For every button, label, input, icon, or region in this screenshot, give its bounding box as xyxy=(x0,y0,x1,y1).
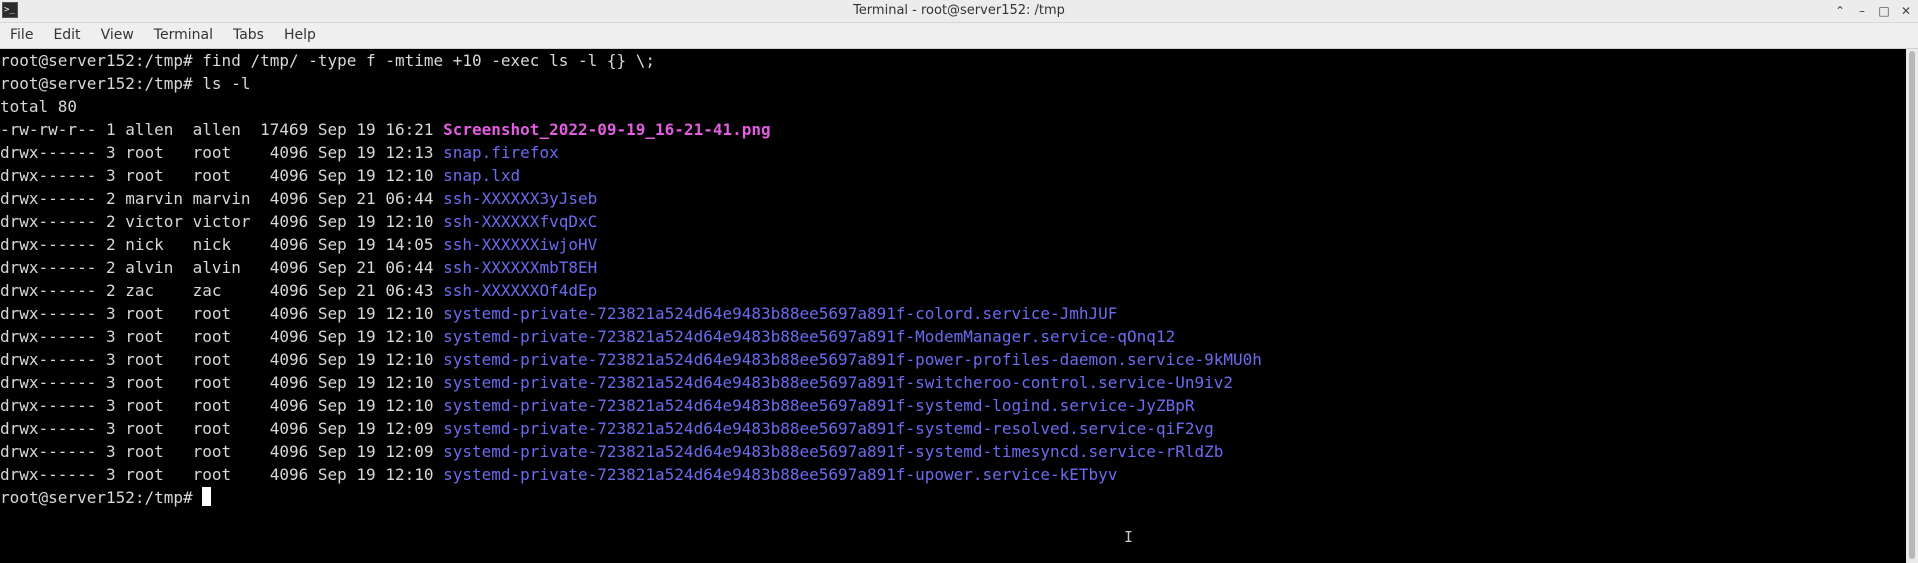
window-shade-icon[interactable]: ⌃ xyxy=(1832,3,1848,19)
entry-info: drwx------ 2 zac zac 4096 Sep 21 06:43 xyxy=(0,281,444,300)
prompt: root@server152:/tmp# xyxy=(0,488,203,507)
menu-terminal[interactable]: Terminal xyxy=(144,23,223,48)
menu-edit[interactable]: Edit xyxy=(43,23,90,48)
ibeam-cursor-icon: I xyxy=(1124,528,1134,546)
entry-info: drwx------ 3 root root 4096 Sep 19 12:10 xyxy=(0,327,444,346)
prompt-line: root@server152:/tmp# xyxy=(0,486,1906,509)
ls-entry: drwx------ 3 root root 4096 Sep 19 12:10… xyxy=(0,463,1906,486)
ls-entry: drwx------ 3 root root 4096 Sep 19 12:13… xyxy=(0,141,1906,164)
entry-info: drwx------ 3 root root 4096 Sep 19 12:10 xyxy=(0,166,444,185)
entry-name: systemd-private-723821a524d64e9483b88ee5… xyxy=(443,419,1214,438)
ls-entry: drwx------ 2 zac zac 4096 Sep 21 06:43 s… xyxy=(0,279,1906,302)
menu-tabs[interactable]: Tabs xyxy=(223,23,274,48)
window-controls: ⌃ – □ ✕ xyxy=(1832,0,1914,22)
entry-name: snap.lxd xyxy=(443,166,521,185)
entry-info: drwx------ 2 marvin marvin 4096 Sep 21 0… xyxy=(0,189,444,208)
ls-entry: drwx------ 2 marvin marvin 4096 Sep 21 0… xyxy=(0,187,1906,210)
scrollbar[interactable] xyxy=(1906,49,1918,563)
minimize-icon[interactable]: – xyxy=(1854,3,1870,19)
entry-name: ssh-XXXXXXOf4dEp xyxy=(443,281,598,300)
entry-name: systemd-private-723821a524d64e9483b88ee5… xyxy=(443,350,1262,369)
ls-entry: drwx------ 3 root root 4096 Sep 19 12:10… xyxy=(0,394,1906,417)
menu-bar: File Edit View Terminal Tabs Help xyxy=(0,23,1918,49)
ls-entry: drwx------ 3 root root 4096 Sep 19 12:09… xyxy=(0,440,1906,463)
menu-file[interactable]: File xyxy=(0,23,43,48)
entry-name: ssh-XXXXXX3yJseb xyxy=(443,189,598,208)
ls-entry: drwx------ 2 alvin alvin 4096 Sep 21 06:… xyxy=(0,256,1906,279)
entry-name: snap.firefox xyxy=(443,143,559,162)
entry-name: Screenshot_2022-09-19_16-21-41.png xyxy=(443,120,771,139)
ls-entry: drwx------ 3 root root 4096 Sep 19 12:10… xyxy=(0,164,1906,187)
menu-help[interactable]: Help xyxy=(274,23,326,48)
ls-entry: drwx------ 3 root root 4096 Sep 19 12:10… xyxy=(0,302,1906,325)
menu-view[interactable]: View xyxy=(91,23,144,48)
entry-info: drwx------ 3 root root 4096 Sep 19 12:10 xyxy=(0,373,444,392)
entry-name: systemd-private-723821a524d64e9483b88ee5… xyxy=(443,396,1195,415)
ls-entry: drwx------ 2 victor victor 4096 Sep 19 1… xyxy=(0,210,1906,233)
entry-name: ssh-XXXXXXfvqDxC xyxy=(443,212,598,231)
entry-info: -rw-rw-r-- 1 allen allen 17469 Sep 19 16… xyxy=(0,120,444,139)
entry-info: drwx------ 3 root root 4096 Sep 19 12:10 xyxy=(0,350,444,369)
ls-entry: drwx------ 3 root root 4096 Sep 19 12:10… xyxy=(0,325,1906,348)
ls-entry: drwx------ 3 root root 4096 Sep 19 12:10… xyxy=(0,371,1906,394)
ls-entry: drwx------ 2 nick nick 4096 Sep 19 14:05… xyxy=(0,233,1906,256)
entry-name: systemd-private-723821a524d64e9483b88ee5… xyxy=(443,304,1118,323)
entry-info: drwx------ 3 root root 4096 Sep 19 12:09 xyxy=(0,442,444,461)
entry-info: drwx------ 2 victor victor 4096 Sep 19 1… xyxy=(0,212,444,231)
ls-entry: drwx------ 3 root root 4096 Sep 19 12:09… xyxy=(0,417,1906,440)
terminal-output[interactable]: root@server152:/tmp# find /tmp/ -type f … xyxy=(0,49,1906,563)
entry-info: drwx------ 3 root root 4096 Sep 19 12:09 xyxy=(0,419,444,438)
entry-info: drwx------ 3 root root 4096 Sep 19 12:10 xyxy=(0,465,444,484)
command-line: root@server152:/tmp# ls -l xyxy=(0,74,251,93)
entry-info: drwx------ 2 nick nick 4096 Sep 19 14:05 xyxy=(0,235,444,254)
entry-name: ssh-XXXXXXmbT8EH xyxy=(443,258,598,277)
entry-name: systemd-private-723821a524d64e9483b88ee5… xyxy=(443,465,1118,484)
command-line: root@server152:/tmp# find /tmp/ -type f … xyxy=(0,51,656,70)
title-bar: >_ Terminal - root@server152: /tmp ⌃ – □… xyxy=(0,0,1918,23)
close-icon[interactable]: ✕ xyxy=(1898,3,1914,19)
window-title: Terminal - root@server152: /tmp xyxy=(853,3,1065,18)
entry-name: ssh-XXXXXXiwjoHV xyxy=(443,235,598,254)
entry-info: drwx------ 3 root root 4096 Sep 19 12:10 xyxy=(0,396,444,415)
ls-listing: -rw-rw-r-- 1 allen allen 17469 Sep 19 16… xyxy=(0,118,1906,486)
maximize-icon[interactable]: □ xyxy=(1876,3,1892,19)
entry-name: systemd-private-723821a524d64e9483b88ee5… xyxy=(443,373,1233,392)
scrollbar-thumb[interactable] xyxy=(1909,51,1915,559)
ls-entry: drwx------ 3 root root 4096 Sep 19 12:10… xyxy=(0,348,1906,371)
entry-name: systemd-private-723821a524d64e9483b88ee5… xyxy=(443,442,1224,461)
text-cursor xyxy=(202,487,212,506)
entry-info: drwx------ 3 root root 4096 Sep 19 12:10 xyxy=(0,304,444,323)
entry-info: drwx------ 3 root root 4096 Sep 19 12:13 xyxy=(0,143,444,162)
ls-entry: -rw-rw-r-- 1 allen allen 17469 Sep 19 16… xyxy=(0,118,1906,141)
entry-name: systemd-private-723821a524d64e9483b88ee5… xyxy=(443,327,1176,346)
entry-info: drwx------ 2 alvin alvin 4096 Sep 21 06:… xyxy=(0,258,444,277)
total-line: total 80 xyxy=(0,97,78,116)
